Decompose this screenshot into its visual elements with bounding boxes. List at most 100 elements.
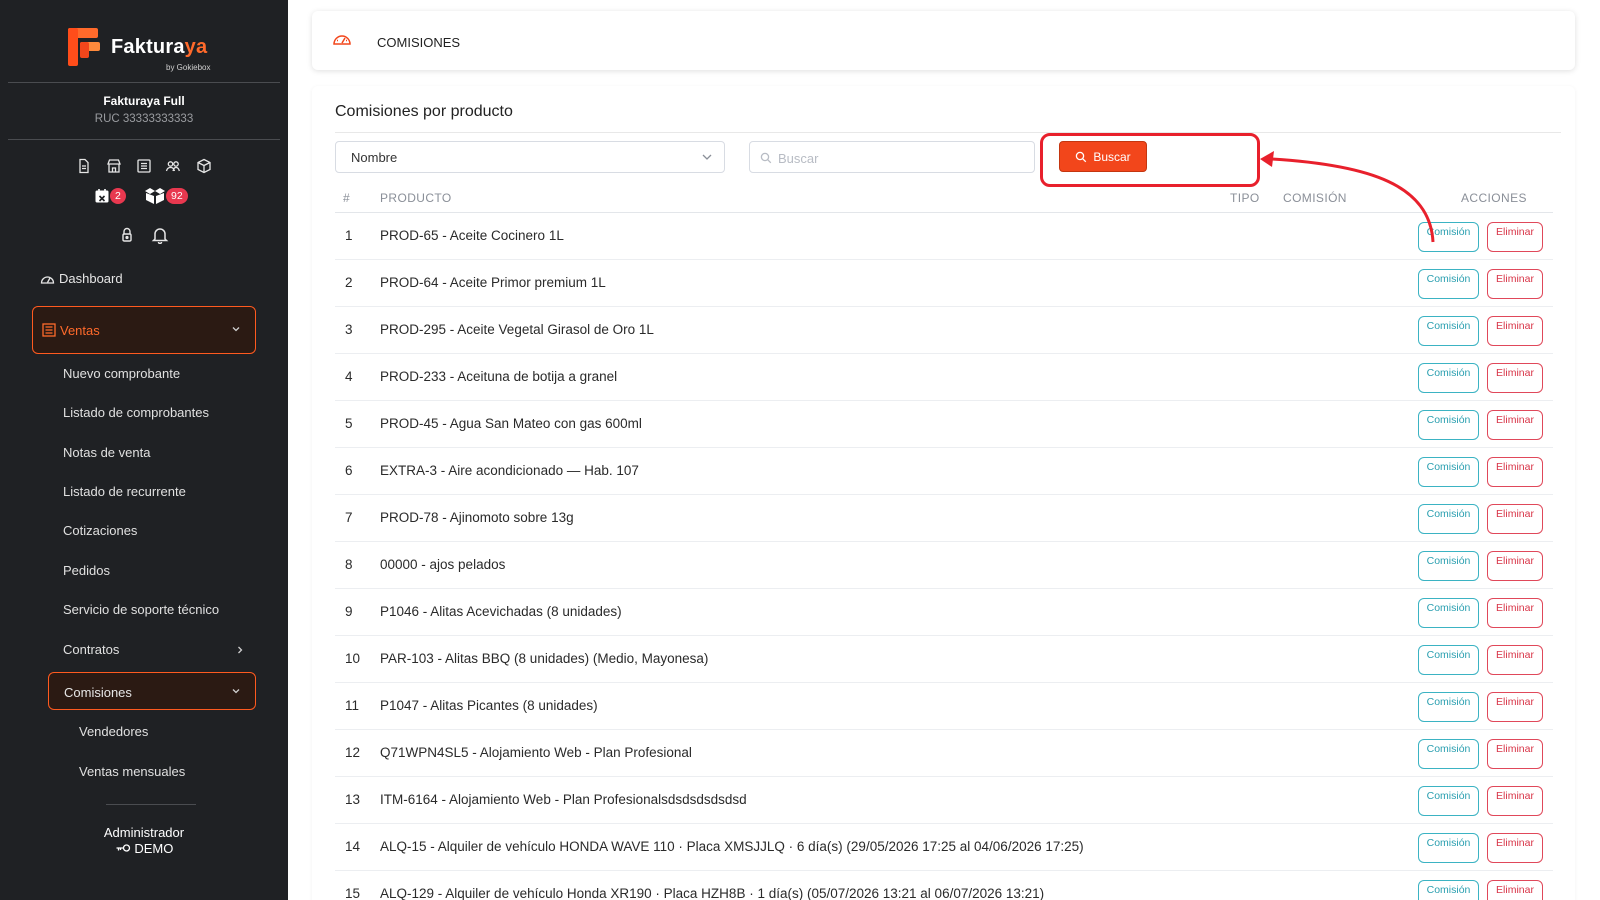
row-product: PROD-78 - Ajinomoto sobre 13g xyxy=(380,510,574,525)
commission-button[interactable]: Comisión xyxy=(1418,833,1479,863)
commission-button[interactable]: Comisión xyxy=(1418,457,1479,487)
row-product: 00000 - ajos pelados xyxy=(380,557,506,572)
highlight-box xyxy=(1040,133,1260,187)
table-row: 12 Q71WPN4SL5 - Alojamiento Web - Plan Pr… xyxy=(335,730,1553,777)
col-product: PRODUCTO xyxy=(380,191,452,205)
commission-button[interactable]: Comisión xyxy=(1418,786,1479,816)
delete-button[interactable]: Eliminar xyxy=(1487,551,1543,581)
commission-button[interactable]: Comisión xyxy=(1418,316,1479,346)
sidebar-item-ventas[interactable]: Ventas xyxy=(32,306,256,354)
sidebar-item-soporte-tecnico[interactable]: Servicio de soporte técnico xyxy=(63,602,219,617)
delete-button[interactable]: Eliminar xyxy=(1487,504,1543,534)
row-product: ITM-6164 - Alojamiento Web - Plan Profes… xyxy=(380,792,747,807)
bell-icon[interactable] xyxy=(151,226,169,244)
sidebar-divider xyxy=(106,804,196,805)
row-number: 12 xyxy=(345,745,361,760)
speedometer-icon xyxy=(40,276,55,284)
table-row: 9 P1046 - Alitas Acevichadas (8 unidades)… xyxy=(335,589,1553,636)
sidebar-item-ventas-mensuales[interactable]: Ventas mensuales xyxy=(79,764,185,779)
delete-button[interactable]: Eliminar xyxy=(1487,833,1543,863)
sidebar-item-listado-comprobantes[interactable]: Listado de comprobantes xyxy=(63,405,209,420)
delete-button[interactable]: Eliminar xyxy=(1487,739,1543,769)
store-icon[interactable] xyxy=(106,158,122,174)
key-icon xyxy=(116,844,130,852)
users-icon[interactable] xyxy=(165,158,181,174)
user-name[interactable]: DEMO xyxy=(0,841,288,856)
sidebar: Fakturaya by Gokiebox Fakturaya Full RUC… xyxy=(0,0,288,900)
search-field[interactable] xyxy=(749,141,1035,173)
delete-button[interactable]: Eliminar xyxy=(1487,880,1543,900)
row-number: 13 xyxy=(345,792,361,807)
speedometer-icon xyxy=(333,35,351,45)
sidebar-item-comisiones[interactable]: Comisiones xyxy=(48,672,256,710)
commission-button[interactable]: Comisión xyxy=(1418,363,1479,393)
main-content: COMISIONES Comisiones por producto Nombr… xyxy=(288,0,1600,900)
sidebar-item-pedidos[interactable]: Pedidos xyxy=(63,563,110,578)
commission-button[interactable]: Comisión xyxy=(1418,880,1479,900)
row-number: 15 xyxy=(345,886,361,900)
row-product: PAR-103 - Alitas BBQ (8 unidades) (Medio… xyxy=(380,651,709,666)
brand-name: Fakturaya xyxy=(111,36,208,58)
commission-button[interactable]: Comisión xyxy=(1418,598,1479,628)
sidebar-item-dashboard[interactable]: Dashboard xyxy=(40,271,123,286)
filter-select-value: Nombre xyxy=(351,150,398,165)
col-num: # xyxy=(343,191,351,205)
calendar-icon[interactable] xyxy=(94,188,110,204)
row-product: PROD-45 - Agua San Mateo con gas 600ml xyxy=(380,416,642,431)
table-row: 5 PROD-45 - Agua San Mateo con gas 600ml C… xyxy=(335,401,1553,448)
document-icon[interactable] xyxy=(76,158,92,174)
lock-icon[interactable] xyxy=(119,227,135,243)
sidebar-item-label: Comisiones xyxy=(64,685,132,700)
row-number: 7 xyxy=(345,510,353,525)
row-number: 3 xyxy=(345,322,353,337)
delete-button[interactable]: Eliminar xyxy=(1487,316,1543,346)
delete-button[interactable]: Eliminar xyxy=(1487,363,1543,393)
fakturaya-logo-icon xyxy=(68,28,100,66)
row-number: 6 xyxy=(345,463,353,478)
brand-suffix: by Gokiebox xyxy=(166,63,211,72)
table-row: 11 P1047 - Alitas Picantes (8 unidades) Co… xyxy=(335,683,1553,730)
commission-button[interactable]: Comisión xyxy=(1418,692,1479,722)
sidebar-item-listado-recurrente[interactable]: Listado de recurrente xyxy=(63,484,186,499)
commission-button[interactable]: Comisión xyxy=(1418,739,1479,769)
delete-button[interactable]: Eliminar xyxy=(1487,269,1543,299)
annotation-arrow-icon xyxy=(1260,151,1435,243)
row-number: 8 xyxy=(345,557,353,572)
commission-button[interactable]: Comisión xyxy=(1418,551,1479,581)
table-row: 3 PROD-295 - Aceite Vegetal Girasol de Or… xyxy=(335,307,1553,354)
row-number: 14 xyxy=(345,839,361,854)
delete-button[interactable]: Eliminar xyxy=(1487,645,1543,675)
delete-button[interactable]: Eliminar xyxy=(1487,786,1543,816)
delete-button[interactable]: Eliminar xyxy=(1487,692,1543,722)
brand-logo[interactable]: Fakturaya by Gokiebox xyxy=(68,26,228,74)
row-number: 11 xyxy=(345,698,360,713)
sidebar-item-notas-venta[interactable]: Notas de venta xyxy=(63,445,150,460)
filter-select[interactable]: Nombre xyxy=(335,141,725,173)
search-input[interactable] xyxy=(778,148,1028,168)
card-title: Comisiones por producto xyxy=(335,103,513,120)
commission-button[interactable]: Comisión xyxy=(1418,410,1479,440)
sidebar-item-nuevo-comprobante[interactable]: Nuevo comprobante xyxy=(63,366,180,381)
list-icon[interactable] xyxy=(136,158,152,174)
commission-button[interactable]: Comisión xyxy=(1418,269,1479,299)
row-product: ALQ-15 - Alquiler de vehículo HONDA WAVE… xyxy=(380,839,1084,854)
table-row: 13 ITM-6164 - Alojamiento Web - Plan Prof… xyxy=(335,777,1553,824)
box-icon[interactable] xyxy=(196,158,212,174)
delete-button[interactable]: Eliminar xyxy=(1487,457,1543,487)
company-ruc: RUC 33333333333 xyxy=(94,113,194,125)
sidebar-divider xyxy=(8,139,280,140)
delete-button[interactable]: Eliminar xyxy=(1487,222,1543,252)
user-name-label: DEMO xyxy=(134,841,174,856)
commission-button[interactable]: Comisión xyxy=(1418,645,1479,675)
sidebar-item-cotizaciones[interactable]: Cotizaciones xyxy=(63,523,137,538)
delete-button[interactable]: Eliminar xyxy=(1487,598,1543,628)
sidebar-item-contratos[interactable]: Contratos xyxy=(63,642,119,657)
sidebar-item-vendedores[interactable]: Vendedores xyxy=(79,724,148,739)
row-product: EXTRA-3 - Aire acondicionado — Hab. 107 xyxy=(380,463,639,478)
commission-button[interactable]: Comisión xyxy=(1418,504,1479,534)
delete-button[interactable]: Eliminar xyxy=(1487,410,1543,440)
sidebar-item-label: Dashboard xyxy=(59,271,123,286)
chevron-right-icon[interactable] xyxy=(235,645,245,655)
row-product: P1047 - Alitas Picantes (8 unidades) xyxy=(380,698,598,713)
boxes-icon[interactable] xyxy=(144,187,166,205)
